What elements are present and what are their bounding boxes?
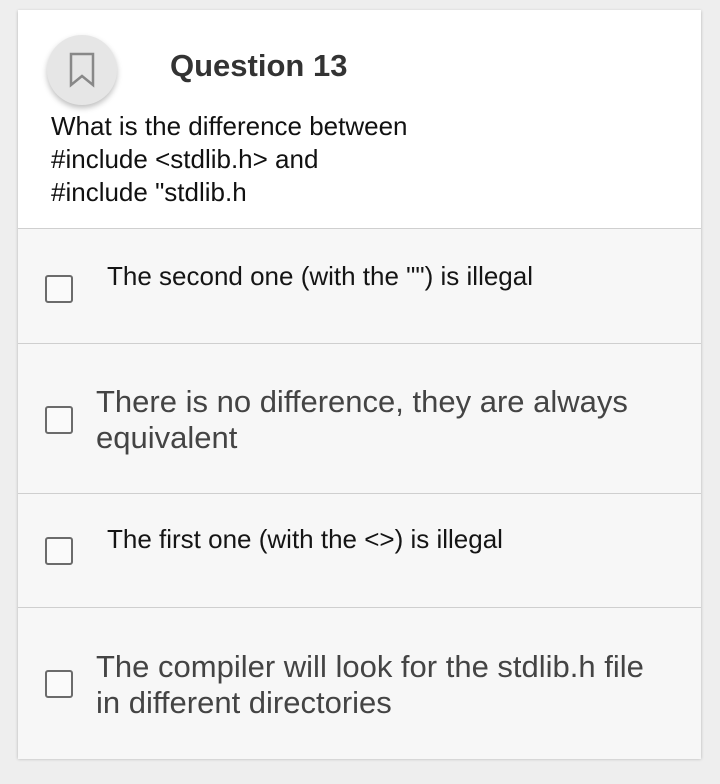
option-checkbox[interactable]	[45, 406, 73, 434]
option-checkbox[interactable]	[45, 670, 73, 698]
option-label: The first one (with the <>) is illegal	[107, 524, 503, 554]
question-text-line: What is the difference between	[51, 111, 408, 141]
answer-option-1[interactable]: The second one (with the "") is illegal	[18, 228, 701, 344]
answer-option-4[interactable]: The compiler will look for the stdlib.h …	[18, 607, 701, 759]
question-card: Question 13 What is the difference betwe…	[18, 10, 701, 759]
answer-option-2[interactable]: There is no difference, they are always …	[18, 343, 701, 494]
option-label: The second one (with the "") is illegal	[107, 261, 534, 291]
question-text-line: #include "stdlib.h	[51, 177, 247, 207]
option-checkbox[interactable]	[45, 275, 73, 303]
question-header: Question 13 What is the difference betwe…	[18, 10, 701, 228]
option-label: The compiler will look for the stdlib.h …	[96, 649, 644, 720]
question-text-line: #include <stdlib.h> and	[51, 144, 319, 174]
option-label: There is no difference, they are always …	[96, 384, 628, 455]
bookmark-button[interactable]	[47, 35, 117, 105]
option-checkbox[interactable]	[45, 537, 73, 565]
bookmark-icon	[69, 52, 95, 88]
answer-option-3[interactable]: The first one (with the <>) is illegal	[18, 493, 701, 608]
question-text: What is the difference between #include …	[51, 110, 651, 209]
question-title: Question 13	[170, 48, 348, 83]
